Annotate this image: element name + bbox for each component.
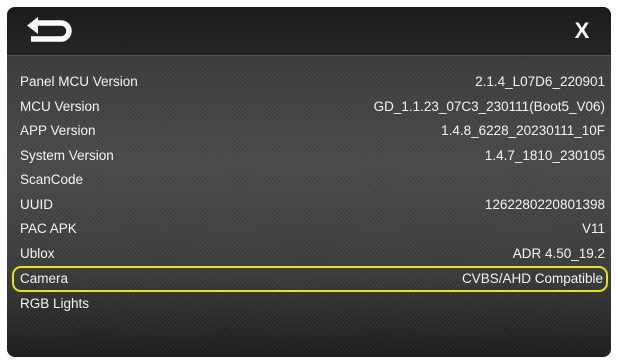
close-button[interactable]: X — [567, 15, 597, 47]
info-row-uuid: UUID 1262280220801398 — [7, 193, 611, 218]
return-arrow-icon — [27, 17, 72, 42]
info-label: MCU Version — [20, 98, 100, 114]
info-row-system-version: System Version 1.4.7_1810_230105 — [7, 144, 611, 169]
info-value: ADR 4.50_19.2 — [512, 245, 605, 261]
info-label: Ublox — [20, 245, 55, 261]
info-row-scancode[interactable]: ScanCode — [7, 168, 611, 193]
info-label: Camera — [20, 271, 69, 286]
info-value: 2.1.4_L07D6_220901 — [475, 74, 605, 89]
info-row-camera[interactable]: Camera CVBS/AHD Compatible — [12, 266, 608, 292]
info-row-app-version: APP Version 1.4.8_6228_20230111_10F — [7, 119, 611, 144]
info-label: RGB Lights — [20, 296, 90, 311]
info-value: V11 — [581, 221, 605, 236]
info-value: CVBS/AHD Compatible — [461, 271, 603, 286]
info-value: 1.4.8_6228_20230111_10F — [441, 123, 605, 138]
info-label: UUID — [20, 196, 53, 212]
info-value: GD_1.1.23_07C3_230111(Boot5_V06) — [373, 98, 605, 114]
info-row-panel-mcu-version: Panel MCU Version 2.1.4_L07D6_220901 — [7, 70, 611, 95]
info-label: Panel MCU Version — [20, 74, 138, 89]
info-row-ublox: Ublox ADR 4.50_19.2 — [7, 242, 611, 267]
info-label: APP Version — [20, 123, 96, 138]
info-value: 1.4.7_1810_230105 — [484, 147, 605, 163]
info-row-mcu-version: MCU Version GD_1.1.23_07C3_230111(Boot5_… — [7, 95, 611, 120]
back-button[interactable] — [25, 16, 75, 46]
system-info-screen: X Panel MCU Version 2.1.4_L07D6_220901 M… — [7, 7, 611, 357]
info-label: System Version — [20, 147, 114, 163]
header-bar: X — [7, 7, 611, 56]
info-label: ScanCode — [20, 172, 84, 187]
version-info-list: Panel MCU Version 2.1.4_L07D6_220901 MCU… — [7, 70, 611, 317]
info-value: 1262280220801398 — [484, 196, 605, 212]
info-row-rgb-lights[interactable]: RGB Lights — [7, 292, 611, 317]
info-row-pac-apk: PAC APK V11 — [7, 217, 611, 242]
info-label: PAC APK — [20, 221, 77, 236]
